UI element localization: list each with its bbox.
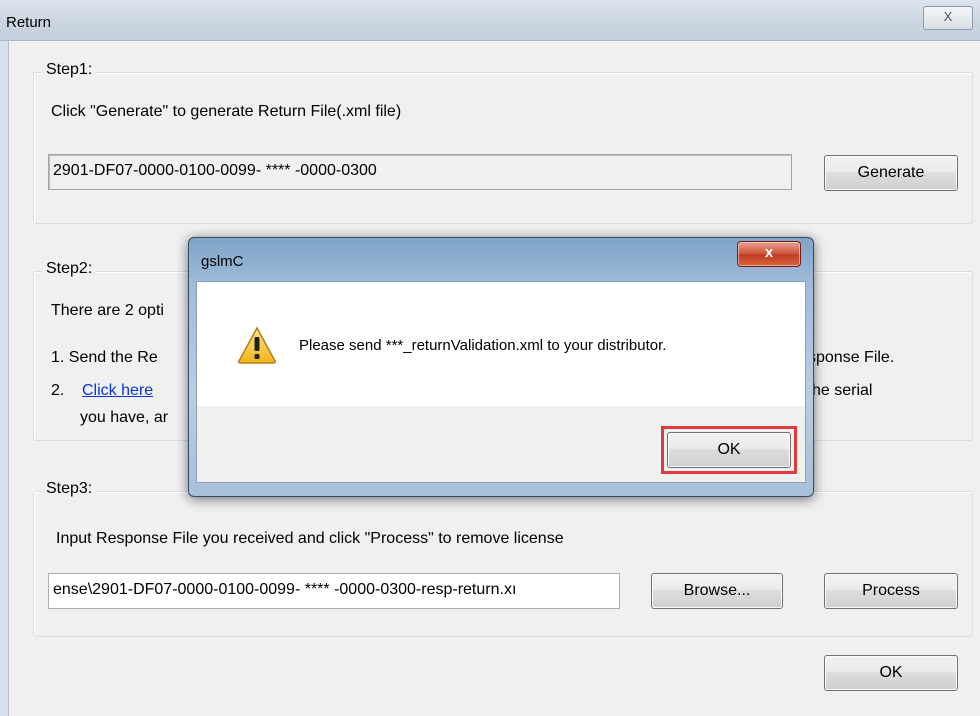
step2-option2-end: he serial xyxy=(812,382,873,399)
dialog-title: gslmC xyxy=(201,253,244,270)
warning-icon xyxy=(238,326,276,364)
step1-instruction: Click "Generate" to generate Return File… xyxy=(51,103,402,120)
window-titlebar: Return X xyxy=(0,0,980,41)
dialog-ok-button[interactable]: OK xyxy=(667,432,791,468)
dialog-body: Please send ***_returnValidation.xml to … xyxy=(196,281,806,483)
window-close-button[interactable]: X xyxy=(923,6,973,30)
serial-field[interactable]: 2901-DF07-0000-0100-0099- **** -0000-030… xyxy=(48,154,792,190)
step3-legend: Step3: xyxy=(42,480,97,498)
step1-legend: Step1: xyxy=(42,61,97,79)
dialog-message-panel: Please send ***_returnValidation.xml to … xyxy=(197,282,805,406)
message-dialog: gslmC x Please send ***_returnValidation… xyxy=(188,237,814,497)
generate-button[interactable]: Generate xyxy=(824,155,958,191)
response-file-input[interactable]: ense\2901-DF07-0000-0100-0099- **** -000… xyxy=(48,573,620,609)
dialog-message: Please send ***_returnValidation.xml to … xyxy=(299,337,667,354)
main-ok-button[interactable]: OK xyxy=(824,655,958,691)
step3-group: Step3: xyxy=(33,480,973,637)
step2-option1: 1. Send the Re xyxy=(51,349,158,366)
dialog-close-button[interactable]: x xyxy=(737,241,801,267)
step2-legend: Step2: xyxy=(42,260,97,278)
step2-option2-line2: you have, ar xyxy=(80,409,169,426)
window-title: Return xyxy=(6,14,52,31)
step3-instruction: Input Response File you received and cli… xyxy=(56,530,564,547)
step2-intro: There are 2 opti xyxy=(51,302,164,319)
step1-group: Step1: xyxy=(33,61,973,224)
browse-button[interactable]: Browse... xyxy=(651,573,783,609)
window-left-border xyxy=(0,41,9,716)
step2-option2-number: 2. xyxy=(51,382,65,399)
process-button[interactable]: Process xyxy=(824,573,958,609)
click-here-link[interactable]: Click here xyxy=(82,382,153,400)
step2-option1-end: sponse File. xyxy=(808,349,895,366)
